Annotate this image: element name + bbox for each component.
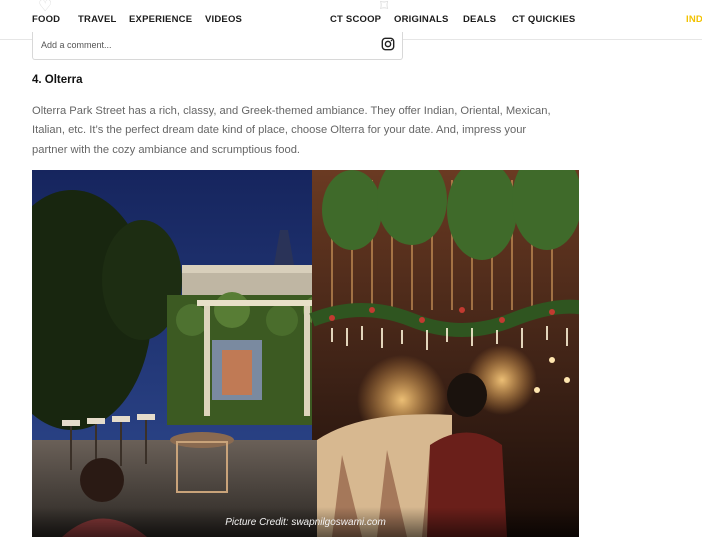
comment-box[interactable]: Add a comment... (32, 32, 403, 60)
nav-item-ct-scoop[interactable]: CT SCOOP (330, 14, 381, 25)
nav-item-videos[interactable]: VIDEOS (205, 14, 242, 25)
nav-item-originals[interactable]: ORIGINALS (394, 14, 449, 25)
section-heading: 4. Olterra (32, 74, 83, 86)
image-credit: Picture Credit: swapnilgoswami.com (225, 517, 386, 528)
comment-input[interactable]: Add a comment... (41, 40, 112, 50)
restaurant-photo-illustration (32, 170, 579, 537)
faded-bookmark-icon: ⌑ (380, 0, 389, 15)
instagram-icon[interactable] (381, 37, 395, 51)
restaurant-photo: Picture Credit: swapnilgoswami.com (32, 170, 579, 537)
nav-item-experience[interactable]: EXPERIENCE (129, 14, 192, 25)
nav-item-ct-quickies[interactable]: CT QUICKIES (512, 14, 575, 25)
nav-item-deals[interactable]: DEALS (463, 14, 496, 25)
region-selector[interactable]: IND (686, 14, 702, 25)
nav-item-travel[interactable]: TRAVEL (78, 14, 117, 25)
article-paragraph: Olterra Park Street has a rich, classy, … (32, 105, 551, 156)
nav-item-food[interactable]: FOOD (32, 14, 60, 25)
